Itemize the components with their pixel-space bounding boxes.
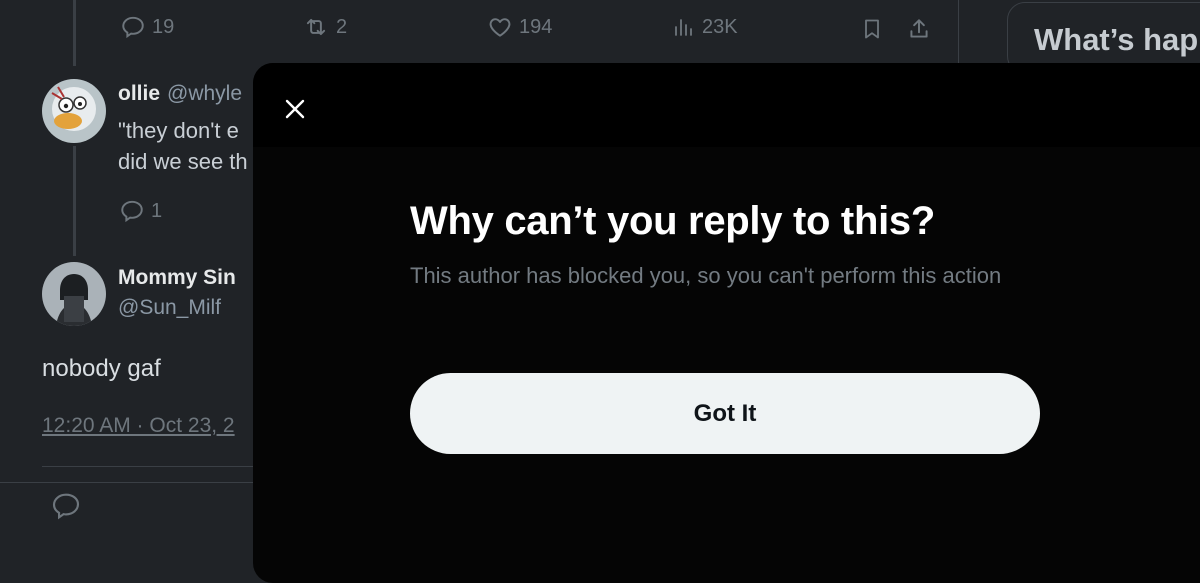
reply-count: 1 [151, 199, 163, 222]
reply-text-line: did we see th [118, 149, 248, 174]
avatar[interactable] [42, 79, 106, 143]
reply-action[interactable]: 19 [120, 14, 174, 40]
reply-icon [119, 198, 145, 224]
reply-header: ollie @whyle [118, 82, 242, 106]
repost-count: 2 [336, 15, 348, 38]
author-name[interactable]: ollie [118, 82, 160, 106]
close-icon [283, 97, 307, 121]
repost-icon [302, 14, 330, 40]
tweet-timestamp[interactable]: 12:20 AM · Oct 23, 2 [42, 414, 235, 438]
reply-text-line: "they don't e [118, 118, 239, 143]
reply-count: 19 [152, 15, 175, 38]
avatar[interactable] [42, 262, 106, 326]
trends-title: What’s hap [1034, 22, 1199, 57]
bookmark-button[interactable] [860, 16, 884, 42]
tweet-text: nobody gaf [42, 355, 161, 382]
bookmark-icon [860, 16, 884, 42]
reply-icon [120, 14, 146, 40]
views-icon [672, 14, 696, 40]
thread-line [73, 146, 76, 256]
dialog-message: This author has blocked you, so you can'… [410, 263, 1002, 288]
thread-line [73, 0, 76, 66]
share-button[interactable] [906, 16, 932, 42]
author-handle[interactable]: @Sun_Milf [118, 296, 221, 320]
dialog-title: Why can’t you reply to this? [410, 199, 935, 243]
author-name[interactable]: Mommy Sin [118, 266, 236, 290]
reply-blocked-dialog: Why can’t you reply to this? This author… [253, 63, 1200, 583]
like-count: 194 [519, 15, 553, 38]
column-divider [958, 0, 959, 63]
views-action[interactable]: 23K [672, 14, 738, 40]
views-count: 23K [702, 15, 738, 38]
share-icon [906, 16, 932, 42]
reply-action[interactable]: 1 [119, 198, 162, 224]
got-it-button[interactable]: Got It [410, 373, 1040, 454]
reply-icon [50, 490, 82, 522]
author-handle[interactable]: @whyle [167, 82, 242, 106]
reply-button[interactable] [50, 490, 82, 522]
divider [42, 466, 258, 467]
tweet-action-bar: 19 2 194 23K [120, 14, 940, 44]
like-action[interactable]: 194 [487, 14, 552, 40]
divider [0, 482, 258, 483]
heart-icon [487, 14, 513, 40]
dialog-header [253, 63, 1200, 147]
repost-action[interactable]: 2 [302, 14, 347, 40]
close-button[interactable] [267, 81, 323, 137]
